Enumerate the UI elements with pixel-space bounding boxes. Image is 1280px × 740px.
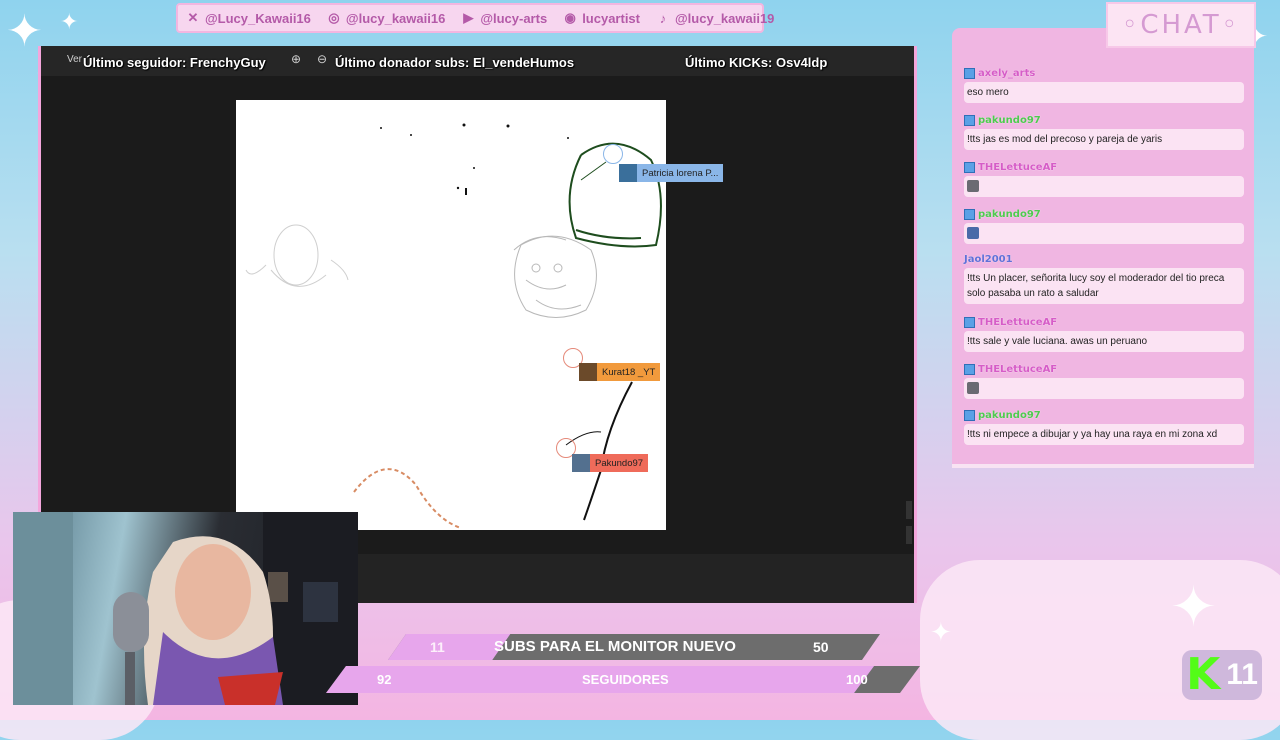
last-follower-ticker: Último seguidor: FrenchyGuy [83,55,266,70]
chat-message: Jaol2001 !tts Un placer, señorita lucy so… [964,252,1244,304]
followers-goal-current: 92 [377,672,392,687]
chat-title: ◦CHAT◦ [1106,2,1256,48]
last-kicks-ticker: Último KICKs: Osv4ldp [685,55,828,70]
collaborator-cursor-label: Kurat18 _YT [579,363,661,381]
stare-emote [967,382,979,395]
social-handle: @Lucy_Kawaii16 [205,10,311,26]
subs-goal-label: SUBS PARA EL MONITOR NUEVO [494,638,736,655]
social-links-bar: ✕ @Lucy_Kawaii16 ◎ @lucy_kawaii16 ▶ @lucy-art… [176,3,774,33]
chat-bubble [964,223,1244,244]
chat-message: THELettuceAF [964,160,1244,197]
zoom-in-icon[interactable]: ⊕ [291,52,301,66]
webcam-image [13,512,358,705]
chat-message: pakundo97 !tts jas es mod del precoso y p… [964,113,1244,150]
social-link: ◎ @lucy_kawaii16 [327,10,446,26]
chat-bubble [964,176,1244,197]
social-link: ✕ @Lucy_Kawaii16 [186,10,311,26]
zoom-out-icon[interactable]: ⊖ [317,52,327,66]
cat-emote [967,227,979,240]
cursor-ring [603,144,623,164]
collaborator-cursor-label: Patricia lorena P... [619,164,724,182]
chat-user-line: Jaol2001 [964,252,1244,266]
chat-text: !tts Un placer, señorita lucy soy el mod… [967,273,1225,299]
user-badge-icon [964,208,975,220]
chat-text: eso mero [967,87,1009,98]
chat-bubble: !tts ni empece a dibujar y ya hay una ra… [964,424,1244,445]
chat-text: !tts ni empece a dibujar y ya hay una ra… [967,429,1218,440]
social-handle: @lucy_kawaii19 [675,10,775,26]
chat-username[interactable]: THELettuceAF [978,162,1057,173]
chat-message: THELettuceAF [964,362,1244,399]
chat-bubble: !tts sale y vale luciana. awas un peruan… [964,331,1244,352]
user-badge-icon [964,409,975,421]
chat-message: pakundo97 !tts ni empece a dibujar y ya h… [964,408,1244,445]
chat-bubble [964,378,1244,399]
kick-badge: K 11 [1182,650,1262,700]
avatar [579,363,597,381]
user-badge-icon [964,114,975,126]
chat-user-line: THELettuceAF [964,315,1244,329]
scrollbar[interactable] [906,501,912,519]
social-link: ♪ @lucy_kawaii19 [656,10,775,26]
social-handle: lucyartist [582,10,640,26]
stare-emote [967,180,979,193]
instagram-icon: ◎ [328,10,340,25]
followers-goal-label: SEGUIDORES [582,672,669,687]
chat-bubble: !tts jas es mod del precoso y pareja de … [964,129,1244,150]
chat-user-line: THELettuceAF [964,362,1244,376]
social-link: ▶ @lucy-arts [461,10,548,26]
chat-user-line: pakundo97 [964,408,1244,422]
social-handle: @lucy-arts [480,10,548,26]
chat-username[interactable]: pakundo97 [978,115,1041,126]
chat-message: pakundo97 [964,207,1244,244]
avatar [572,454,590,472]
collaborator-cursor-label: Pakundo97 [572,454,649,472]
last-donor-ticker: Último donador subs: El_vendeHumos [335,55,575,70]
followers-goal-target: 100 [846,672,868,687]
sparkle-icon: ✦ [60,10,79,35]
chat-message: THELettuceAF !tts sale y vale luciana. aw… [964,315,1244,352]
sparkle-icon: ✦ [1170,575,1217,640]
chat-username[interactable]: THELettuceAF [978,364,1057,375]
chat-bubble: eso mero [964,82,1244,103]
chat-username[interactable]: pakundo97 [978,209,1041,220]
chat-username[interactable]: Jaol2001 [964,254,1013,265]
user-badge-icon [964,67,975,79]
view-menu[interactable]: Ver [67,54,82,65]
app-toolbar: Ver ⊕ ⊖ Último seguidor: FrenchyGuy Últi… [41,46,914,76]
social-link: ◉ lucyartist [563,10,640,26]
kick-logo-icon: K [1186,649,1221,700]
chat-bubble: !tts Un placer, señorita lucy soy el mod… [964,268,1244,304]
chat-text: !tts sale y vale luciana. awas un peruan… [967,336,1148,347]
scrollbar[interactable] [906,526,912,544]
chat-text: !tts jas es mod del precoso y pareja de … [967,134,1163,145]
chat-user-line: THELettuceAF [964,160,1244,174]
discord-icon: ◉ [564,10,576,25]
user-badge-icon [964,161,975,173]
chat-username[interactable]: THELettuceAF [978,317,1057,328]
chat-username[interactable]: pakundo97 [978,410,1041,421]
chat-user-line: pakundo97 [964,207,1244,221]
user-badge-icon [964,316,975,328]
sparkle-icon: ✦ [930,618,952,648]
chat-message: axely_artseso mero [964,66,1244,103]
subs-goal-target: 50 [813,639,829,655]
subs-goal-current: 11 [430,639,445,655]
tiktok-icon: ♪ [659,10,667,26]
chat-user-line: axely_arts [964,66,1244,80]
chat-panel: axely_artseso mero pakundo97 !tts jas es m… [952,28,1254,468]
kick-count: 11 [1226,658,1258,691]
webcam-feed [13,512,358,705]
social-handle: @lucy_kawaii16 [345,10,446,26]
chat-user-line: pakundo97 [964,113,1244,127]
youtube-icon: ▶ [463,10,474,25]
x-icon: ✕ [187,10,199,25]
user-badge-icon [964,363,975,375]
avatar [619,164,637,182]
chat-username[interactable]: axely_arts [978,68,1035,79]
